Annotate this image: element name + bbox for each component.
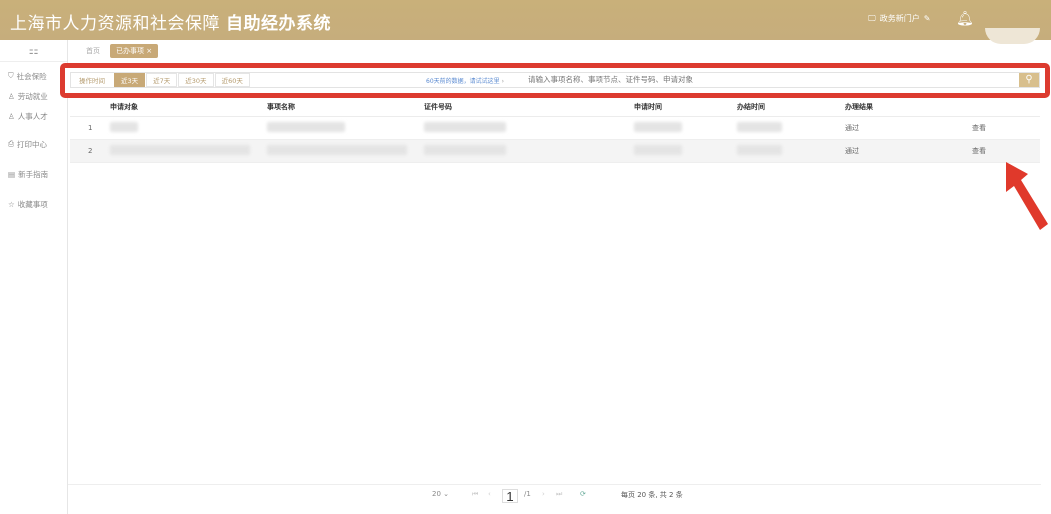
tab-label: 已办事项 — [116, 47, 144, 55]
result-cell: 通过 — [845, 139, 972, 163]
title-main: 上海市人力资源和社会保障 — [10, 14, 220, 34]
pagination: 20 ⌄ ⏮ ‹ /1 › ⏭ ⟳ 每页 20 条, 共 2 条 — [68, 484, 1041, 506]
result-cell: 通过 — [845, 116, 972, 140]
history-link[interactable]: 60天前的数据，请试试这里 › — [426, 76, 504, 85]
view-link[interactable]: 查看 — [972, 139, 1040, 163]
col-finish-time: 办结时间 — [737, 99, 845, 117]
sidebar-item-print[interactable]: ⎙ 打印中心 — [0, 134, 67, 154]
sidebar-item-label: 社会保险 — [16, 71, 47, 81]
filter-7days[interactable]: 近7天 — [146, 73, 178, 87]
red-arrow-annotation — [1006, 162, 1048, 230]
search-icon: ⚲ — [1025, 74, 1033, 85]
row-index: 1 — [70, 116, 110, 140]
printer-icon: ⎙ — [8, 139, 14, 148]
close-icon[interactable]: × — [146, 47, 152, 55]
sidebar-item-label: 人事人才 — [17, 111, 48, 121]
apply-time-cell — [634, 139, 737, 163]
sidebar-item-favorites[interactable]: ☆ 收藏事项 — [0, 194, 67, 214]
id-cell — [424, 116, 634, 140]
page-summary: 每页 20 条, 共 2 条 — [621, 491, 683, 499]
refresh-icon[interactable]: ⟳ — [580, 490, 586, 498]
apps-grid-icon[interactable]: ⚏ — [0, 40, 67, 62]
applicant-cell — [110, 139, 267, 163]
view-link[interactable]: 查看 — [972, 116, 1040, 140]
chevron-right-icon: › — [501, 78, 504, 85]
tab-completed[interactable]: 已办事项 × — [110, 44, 159, 58]
sidebar-item-label: 新手指南 — [18, 169, 49, 179]
sidebar-item-employment[interactable]: ♙ 劳动就业 — [0, 86, 67, 106]
monitor-icon: 🖵 — [868, 13, 876, 23]
person-icon: ♙ — [8, 91, 15, 101]
item-cell — [267, 116, 424, 140]
portal-label: 政务新门户 — [879, 14, 920, 23]
apply-time-cell — [634, 116, 737, 140]
col-action — [972, 99, 1040, 117]
finish-time-cell — [737, 116, 845, 140]
portal-link[interactable]: 🖵 政务新门户 ✎ — [868, 13, 930, 24]
item-cell — [267, 139, 424, 163]
title-sub: 自助经办系统 — [226, 14, 331, 34]
sidebar: ⚏ ⛉ 社会保险 ♙ 劳动就业 ♙ 人事人才 ⎙ 打印中心 ▤ 新手指南 ☆ 收藏事项 — [0, 40, 68, 514]
user-icon: ♙ — [8, 111, 15, 121]
chevron-down-icon: ⌄ — [443, 490, 450, 498]
shield-icon: ⛉ — [8, 71, 14, 80]
table-header: 申请对象 事项名称 证件号码 申请时间 办结时间 办理结果 — [70, 99, 1040, 117]
guide-icon: ▤ — [8, 169, 16, 179]
id-cell — [424, 139, 634, 163]
pencil-icon: ✎ — [923, 14, 931, 23]
col-item: 事项名称 — [267, 99, 424, 117]
app-title: 上海市人力资源和社会保障 自助经办系统 — [10, 9, 331, 34]
prev-page-icon[interactable]: ‹ — [488, 490, 491, 498]
sidebar-item-label: 收藏事项 — [17, 199, 48, 209]
page-size-value: 20 — [432, 490, 441, 498]
search-input[interactable] — [528, 75, 1008, 84]
col-result: 办理结果 — [845, 99, 972, 117]
total-pages: /1 — [524, 490, 531, 498]
history-link-text: 60天前的数据，请试试这里 — [426, 78, 500, 85]
filter-label: 操作时间 — [79, 77, 105, 85]
row-index: 2 — [70, 139, 110, 163]
sidebar-item-hr[interactable]: ♙ 人事人才 — [0, 106, 67, 126]
filter-30days[interactable]: 近30天 — [178, 73, 214, 87]
last-page-icon[interactable]: ⏭ — [556, 490, 562, 499]
col-index — [70, 99, 110, 117]
col-id: 证件号码 — [424, 99, 634, 117]
sidebar-item-social-insurance[interactable]: ⛉ 社会保险 — [0, 66, 67, 86]
table-row: 2 通过 查看 — [70, 139, 1040, 163]
col-apply-time: 申请时间 — [634, 99, 737, 117]
results-table: 申请对象 事项名称 证件号码 申请时间 办结时间 办理结果 1 通过 查看 2 … — [70, 99, 1040, 163]
next-page-icon[interactable]: › — [542, 490, 545, 498]
page-size-select[interactable]: 20 ⌄ — [432, 490, 449, 498]
sidebar-item-guide[interactable]: ▤ 新手指南 — [0, 164, 67, 184]
finish-time-cell — [737, 139, 845, 163]
search-button[interactable]: ⚲ — [1019, 73, 1039, 87]
col-applicant: 申请对象 — [110, 99, 267, 117]
tab-bar: 首页 已办事项 × — [68, 40, 1051, 62]
tab-home[interactable]: 首页 — [86, 46, 100, 56]
sidebar-item-label: 劳动就业 — [17, 91, 48, 101]
sidebar-item-label: 打印中心 — [17, 139, 47, 149]
app-header: 上海市人力资源和社会保障 自助经办系统 🖵 政务新门户 ✎ 🔔︎ — [0, 0, 1051, 44]
table-row: 1 通过 查看 — [70, 116, 1040, 140]
star-icon: ☆ — [8, 199, 15, 209]
filter-60days[interactable]: 近60天 — [214, 73, 250, 87]
filter-bar: 操作时间 近3天 近7天 近30天 近60天 60天前的数据，请试试这里 › ⚲ — [70, 72, 1040, 88]
applicant-cell — [110, 116, 267, 140]
bell-icon[interactable]: 🔔︎ — [956, 11, 974, 27]
first-page-icon[interactable]: ⏮ — [472, 490, 478, 499]
page-input[interactable] — [502, 489, 518, 503]
filter-3days[interactable]: 近3天 — [114, 73, 146, 87]
